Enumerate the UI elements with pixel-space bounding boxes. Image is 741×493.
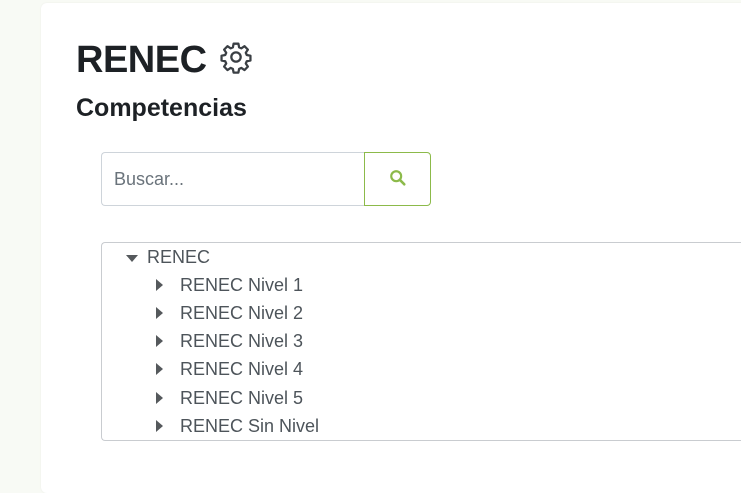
gear-icon[interactable] — [219, 40, 253, 74]
tree-node-nivel-4[interactable]: RENEC Nivel 4 — [156, 357, 303, 381]
search-form — [101, 152, 431, 206]
tree-node-nivel-1[interactable]: RENEC Nivel 1 — [156, 273, 303, 297]
caret-right-icon[interactable] — [156, 420, 163, 432]
caret-right-icon[interactable] — [156, 392, 163, 404]
tree-node-label: RENEC Nivel 2 — [180, 303, 304, 323]
tree-node-nivel-2[interactable]: RENEC Nivel 2 — [156, 301, 303, 325]
tree-node-label: RENEC — [147, 247, 211, 267]
page-title: RENEC — [76, 39, 207, 81]
search-icon — [389, 169, 407, 190]
tree-node-nivel-3[interactable]: RENEC Nivel 3 — [156, 329, 303, 353]
tree-node-label: RENEC Nivel 3 — [180, 331, 304, 351]
tree-node-label: RENEC Nivel 4 — [180, 359, 304, 379]
tree-node-label: RENEC Nivel 1 — [180, 275, 304, 295]
page-header: RENEC — [76, 38, 253, 82]
page-subtitle: Competencias — [76, 94, 247, 122]
caret-right-icon[interactable] — [156, 335, 163, 347]
caret-right-icon[interactable] — [156, 279, 163, 291]
search-input[interactable] — [101, 152, 365, 206]
tree-node-nivel-5[interactable]: RENEC Nivel 5 — [156, 386, 303, 410]
caret-down-icon[interactable] — [126, 254, 138, 262]
caret-right-icon[interactable] — [156, 307, 163, 319]
tree-node-sin-nivel[interactable]: RENEC Sin Nivel — [156, 414, 319, 438]
competency-tree: RENEC RENEC Nivel 1 RENEC Nivel 2 RENEC … — [101, 242, 741, 441]
caret-right-icon[interactable] — [156, 363, 163, 375]
tree-node-label: RENEC Sin Nivel — [180, 416, 320, 436]
search-button[interactable] — [364, 152, 431, 206]
tree-node-label: RENEC Nivel 5 — [180, 388, 304, 408]
tree-node-renec[interactable]: RENEC — [126, 245, 210, 269]
